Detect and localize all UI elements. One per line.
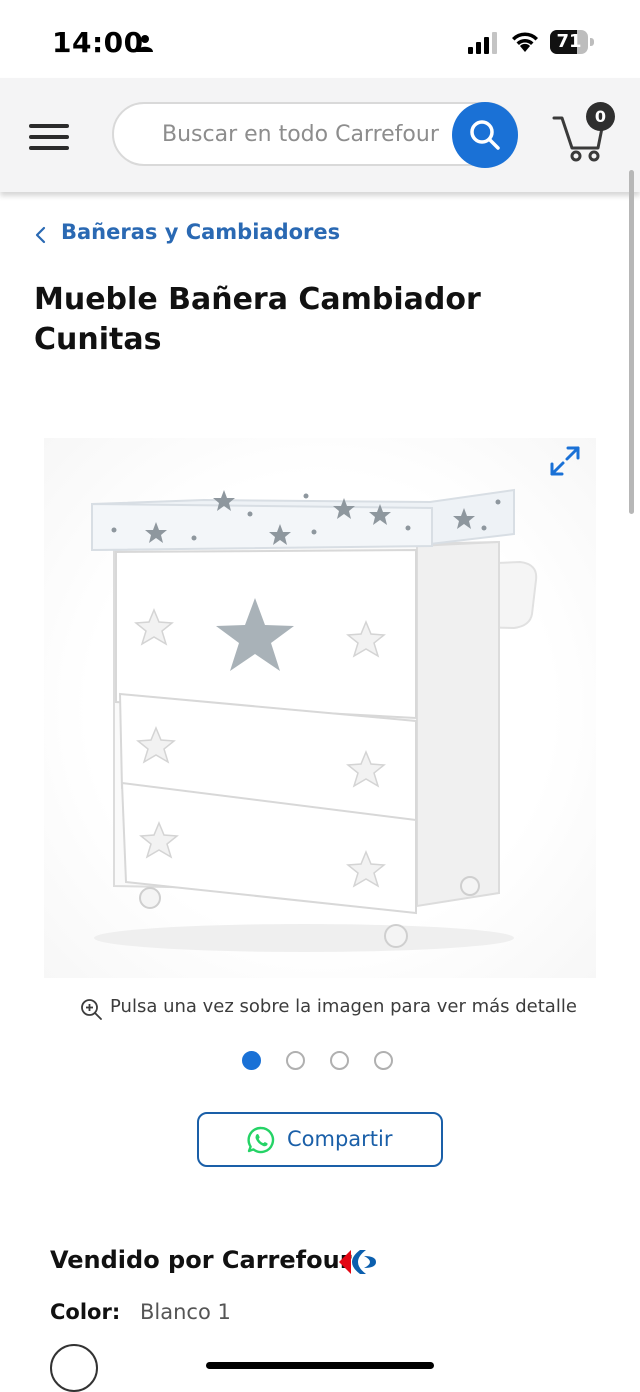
zoom-hint-text: Pulsa una vez sobre la imagen para ver m… — [110, 996, 577, 1017]
search-placeholder: Buscar en todo Carrefour — [162, 122, 439, 147]
expand-icon[interactable] — [548, 444, 582, 478]
status-time: 14:00 — [52, 26, 144, 59]
breadcrumb-link[interactable]: Bañeras y Cambiadores — [61, 220, 340, 244]
chevron-left-icon — [35, 226, 46, 244]
search-button[interactable] — [452, 102, 518, 168]
whatsapp-icon — [247, 1126, 275, 1154]
carousel-dot[interactable] — [374, 1051, 393, 1070]
changing-table-illustration — [91, 488, 538, 952]
share-button[interactable]: Compartir — [197, 1112, 443, 1167]
product-title: Mueble Bañera Cambiador Cunitas — [34, 282, 481, 357]
scrollbar[interactable] — [629, 170, 634, 514]
carrefour-logo-icon — [339, 1250, 376, 1274]
cart-count-badge: 0 — [586, 102, 615, 131]
carousel-dot[interactable] — [242, 1051, 261, 1070]
battery-level: 71 — [556, 31, 582, 52]
share-label: Compartir — [287, 1127, 393, 1151]
color-swatch-blanco[interactable] — [50, 1344, 98, 1392]
home-indicator[interactable] — [206, 1362, 434, 1369]
battery-indicator: 71 — [550, 30, 594, 54]
product-image[interactable] — [44, 438, 596, 978]
zoom-in-icon — [81, 999, 102, 1020]
wifi-icon — [512, 32, 538, 52]
search-icon — [470, 120, 500, 150]
status-bar: 14:00 71 — [0, 0, 640, 78]
cellular-signal-icon — [468, 32, 497, 54]
carousel-dot[interactable] — [286, 1051, 305, 1070]
color-value: Blanco 1 — [140, 1300, 231, 1324]
carousel-dot[interactable] — [330, 1051, 349, 1070]
site-header: Buscar en todo Carrefour 0 — [0, 78, 640, 192]
sold-by-label: Vendido por Carrefour — [50, 1246, 352, 1274]
color-label: Color: — [50, 1300, 121, 1324]
person-icon — [137, 35, 153, 52]
hamburger-menu-icon[interactable] — [29, 124, 69, 150]
